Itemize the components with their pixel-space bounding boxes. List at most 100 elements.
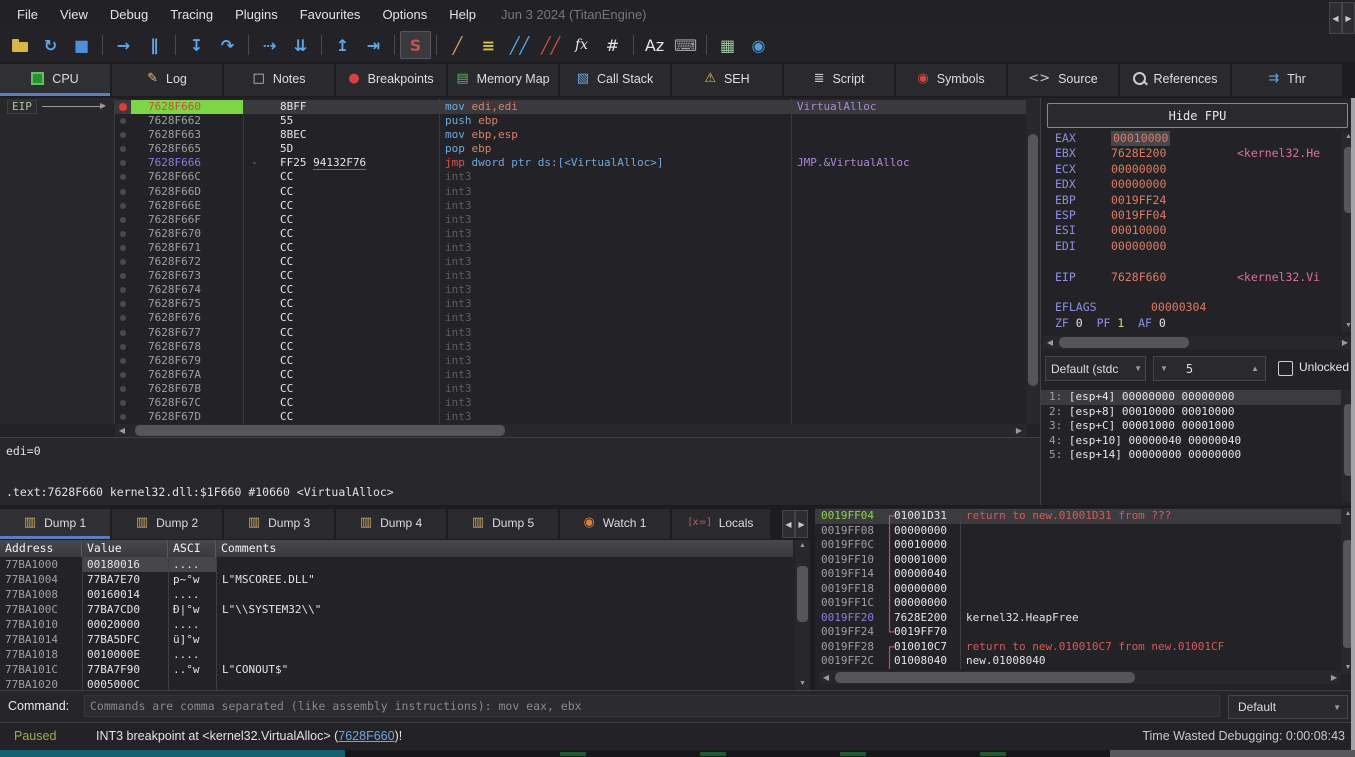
hide-fpu-button[interactable]: Hide FPU (1047, 103, 1348, 128)
gutter-dot[interactable] (120, 146, 126, 152)
globe-button[interactable]: ◉ (743, 31, 774, 59)
run-to-user-code-button[interactable]: ⇢ (254, 31, 285, 59)
stack-row[interactable]: 0019FF24└0019FF70 (815, 625, 1341, 640)
tab-call-stack[interactable]: ▧Call Stack (560, 64, 670, 96)
calculator-button[interactable]: ▦ (712, 31, 743, 59)
dump-row[interactable]: 77BA101000020000.... (0, 617, 793, 632)
command-input[interactable] (84, 695, 1220, 717)
register-row[interactable]: EAX00010000 (1041, 131, 1341, 146)
spinner-down-icon[interactable]: ▼ (1154, 364, 1174, 373)
tab-seh[interactable]: ⚠SEH (672, 64, 782, 96)
dump-header-comments[interactable]: Comments (216, 540, 793, 557)
breakpoint-gutter[interactable] (115, 354, 131, 368)
stack-row[interactable]: 0019FF2C│01008040new.01008040 (815, 654, 1341, 669)
disasm-row[interactable]: 7628F6608BFFmov edi,ediVirtualAlloc (115, 100, 1026, 114)
argument-row[interactable]: 3: [esp+C] 00001000 00001000 (1041, 419, 1341, 434)
gutter-dot[interactable] (120, 160, 126, 166)
disasm-row[interactable]: 7628F67ACCint3 (115, 368, 1026, 382)
breakpoint-gutter[interactable] (115, 227, 131, 241)
tab-script[interactable]: ≣Script (784, 64, 894, 96)
menu-favourites[interactable]: Favourites (289, 3, 372, 26)
gutter-dot[interactable] (120, 245, 126, 251)
menu-file[interactable]: File (6, 3, 49, 26)
tab-scroll-right-button[interactable]: ▶ (1342, 2, 1355, 34)
register-row[interactable]: EIP7628F660<kernel32.Vi (1041, 270, 1341, 285)
run-button[interactable]: → (108, 31, 139, 59)
disasm-row[interactable]: 7628F673CCint3 (115, 269, 1026, 283)
disassembly-vertical-scrollbar[interactable] (1026, 98, 1040, 424)
scrollbar-thumb[interactable] (835, 672, 1135, 683)
register-row[interactable]: EDX00000000 (1041, 177, 1341, 192)
disasm-row[interactable]: 7628F672CCint3 (115, 255, 1026, 269)
disasm-row[interactable]: 7628F66CCCint3 (115, 170, 1026, 184)
tab-notes[interactable]: □Notes (224, 64, 334, 96)
gutter-dot[interactable] (120, 301, 126, 307)
tab-dump-3[interactable]: ▥Dump 3 (224, 509, 334, 539)
disasm-row[interactable]: 7628F676CCint3 (115, 311, 1026, 325)
disasm-row[interactable]: 7628F674CCint3 (115, 283, 1026, 297)
gutter-dot[interactable] (120, 273, 126, 279)
menu-plugins[interactable]: Plugins (224, 3, 289, 26)
menu-view[interactable]: View (49, 3, 99, 26)
dump-row[interactable]: 77BA100800160014.... (0, 587, 793, 602)
breakpoint-gutter[interactable] (115, 156, 131, 170)
tab-locals[interactable]: [x=]Locals (672, 509, 770, 539)
gutter-dot[interactable] (120, 287, 126, 293)
spinner-up-icon[interactable]: ▲ (1245, 364, 1265, 373)
breakpoint-gutter[interactable] (115, 241, 131, 255)
dump-header-value[interactable]: Value (82, 540, 168, 557)
scrollbar-thumb[interactable] (1028, 134, 1038, 386)
menu-tracing[interactable]: Tracing (159, 3, 224, 26)
stack-row[interactable]: 0019FF08│00000000 (815, 524, 1341, 539)
breakpoint-gutter[interactable] (115, 185, 131, 199)
dump-row[interactable]: 77BA10200005000C (0, 677, 793, 690)
tab-memory-map[interactable]: ▤Memory Map (448, 64, 558, 96)
scroll-left-arrow[interactable]: ◀ (1043, 336, 1057, 349)
breakpoint-gutter[interactable] (115, 283, 131, 297)
register-row[interactable]: ZF 0 PF 1 AF 0 (1041, 316, 1341, 331)
breakpoint-gutter[interactable] (115, 396, 131, 410)
disasm-row[interactable]: 7628F66FCCint3 (115, 213, 1026, 227)
scroll-up-arrow[interactable]: ▲ (795, 540, 810, 552)
comments-button[interactable]: ≡ (473, 31, 504, 59)
open-file-button[interactable] (4, 31, 35, 59)
breakpoint-gutter[interactable] (115, 100, 131, 114)
gutter-dot[interactable] (120, 259, 126, 265)
tab-dump-1[interactable]: ▥Dump 1 (0, 509, 110, 539)
calling-convention-select[interactable]: Default (stdc ▼ (1045, 356, 1146, 381)
unlocked-checkbox[interactable] (1278, 361, 1293, 376)
register-row[interactable]: EFLAGS00000304 (1041, 300, 1341, 315)
disasm-row[interactable]: 7628F66DCCint3 (115, 185, 1026, 199)
gutter-dot[interactable] (120, 231, 126, 237)
breakpoint-gutter[interactable] (115, 142, 131, 156)
tab-watch-1[interactable]: ◉Watch 1 (560, 509, 670, 539)
gutter-dot[interactable] (120, 414, 126, 420)
disasm-row[interactable]: 7628F670CCint3 (115, 227, 1026, 241)
stack-row[interactable]: 0019FF10│00001000 (815, 553, 1341, 568)
disassembly-horizontal-scrollbar[interactable]: ◀ ▶ (115, 424, 1026, 437)
register-row[interactable] (1041, 285, 1341, 300)
register-row[interactable]: ESP0019FF04 (1041, 208, 1341, 223)
register-row[interactable]: ECX00000000 (1041, 162, 1341, 177)
gutter-dot[interactable] (120, 217, 126, 223)
disasm-row[interactable]: 7628F67DCCint3 (115, 410, 1026, 424)
register-row[interactable] (1041, 254, 1341, 269)
scroll-right-arrow[interactable]: ▶ (1338, 336, 1352, 349)
gutter-dot[interactable] (120, 189, 126, 195)
scrollbar-thumb[interactable] (797, 566, 808, 622)
breakpoint-gutter[interactable] (115, 114, 131, 128)
execute-till-return-button[interactable]: ↥ (327, 31, 358, 59)
dump-vertical-scrollbar[interactable]: ▲ ▼ (795, 540, 810, 690)
breakpoint-gutter[interactable] (115, 213, 131, 227)
menu-debug[interactable]: Debug (99, 3, 159, 26)
tab-scroll-left-button[interactable]: ◀ (1329, 2, 1342, 34)
disasm-row[interactable]: 7628F6638BECmov ebp,esp (115, 128, 1026, 142)
strings-button[interactable]: Az (639, 31, 670, 59)
tab-symbols[interactable]: ◉Symbols (896, 64, 1006, 96)
gutter-dot[interactable] (120, 118, 126, 124)
disasm-row[interactable]: 7628F679CCint3 (115, 354, 1026, 368)
breakpoint-gutter[interactable] (115, 311, 131, 325)
dump-row[interactable]: 77BA100C77BA7CD0Ð|°wL"\\SYSTEM32\\" (0, 602, 793, 617)
stack-row[interactable]: 0019FF1C│00000000 (815, 596, 1341, 611)
breakpoint-gutter[interactable] (115, 368, 131, 382)
